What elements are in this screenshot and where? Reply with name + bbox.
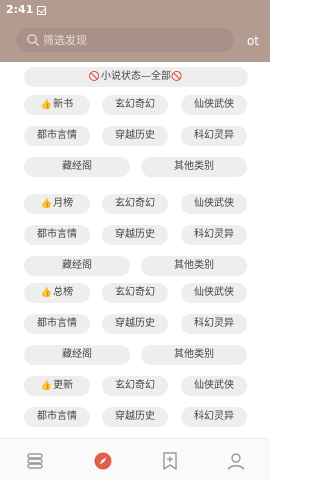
- section-title-label: 更新: [53, 380, 74, 391]
- category-label: 都市言情: [37, 318, 77, 329]
- category-label: 科幻灵异: [194, 229, 234, 240]
- search-placeholder: 筛选发现: [43, 34, 87, 47]
- search-icon: [27, 34, 40, 47]
- category-label: 都市言情: [37, 229, 77, 240]
- section-title-button[interactable]: 👍新书: [24, 95, 90, 115]
- category-button[interactable]: 科幻灵异: [181, 314, 247, 334]
- category-label: 科幻灵异: [194, 411, 234, 422]
- category-label: 其他类别: [174, 349, 214, 360]
- category-button[interactable]: 其他类别: [141, 256, 247, 276]
- category-button[interactable]: 仙侠武侠: [181, 376, 247, 396]
- category-button[interactable]: 其他类别: [141, 345, 247, 365]
- category-label: 穿越历史: [115, 318, 155, 329]
- search-input[interactable]: 筛选发现: [16, 28, 234, 52]
- filter-status-button[interactable]: 🚫小说状态—全部🚫: [24, 67, 248, 87]
- category-label: 都市言情: [37, 130, 77, 141]
- category-button[interactable]: 科幻灵异: [181, 225, 247, 245]
- thumbs-up-icon: 👍: [40, 199, 53, 209]
- category-label: 都市言情: [37, 411, 77, 422]
- category-button[interactable]: 藏经阁: [24, 345, 130, 365]
- bookshelf-icon[interactable]: [25, 451, 45, 471]
- thumbs-up-icon: 👍: [40, 381, 53, 391]
- category-button[interactable]: 科幻灵异: [181, 126, 247, 146]
- category-label: 玄幻奇幻: [115, 287, 155, 298]
- category-button[interactable]: 穿越历史: [102, 314, 168, 334]
- filter-status-label: 小说状态—全部: [101, 71, 171, 82]
- category-button[interactable]: 都市言情: [24, 314, 90, 334]
- category-button[interactable]: 玄幻奇幻: [102, 376, 168, 396]
- category-label: 仙侠武侠: [194, 287, 234, 298]
- section-title-label: 新书: [53, 99, 74, 110]
- bookmark-add-icon[interactable]: [160, 451, 180, 471]
- category-label: 仙侠武侠: [194, 380, 234, 391]
- category-button[interactable]: 穿越历史: [102, 126, 168, 146]
- category-label: 藏经阁: [62, 260, 92, 271]
- prohibited-icon: 🚫: [171, 72, 183, 82]
- category-button[interactable]: 玄幻奇幻: [102, 95, 168, 115]
- category-label: 藏经阁: [62, 161, 92, 172]
- category-label: 玄幻奇幻: [115, 99, 155, 110]
- category-button[interactable]: 仙侠武侠: [181, 194, 247, 214]
- category-button[interactable]: 玄幻奇幻: [102, 194, 168, 214]
- category-label: 仙侠武侠: [194, 99, 234, 110]
- category-label: 穿越历史: [115, 130, 155, 141]
- discover-content: 🚫小说状态—全部🚫 👍新书 玄幻奇幻 仙侠武侠 都市言情 穿越历史 科幻灵异 藏经阁 其他类别…: [0, 62, 270, 438]
- prohibited-icon: 🚫: [88, 72, 100, 82]
- section-title-label: 月榜: [53, 198, 74, 209]
- category-label: 藏经阁: [62, 349, 92, 360]
- category-label: 科幻灵异: [194, 318, 234, 329]
- top-bar: 筛选发现 ot: [0, 20, 270, 62]
- category-label: 玄幻奇幻: [115, 198, 155, 209]
- category-label: 仙侠武侠: [194, 198, 234, 209]
- category-button[interactable]: 科幻灵异: [181, 407, 247, 427]
- category-button[interactable]: 仙侠武侠: [181, 283, 247, 303]
- status-time: 2:41: [6, 3, 34, 16]
- section-title-button[interactable]: 👍月榜: [24, 194, 90, 214]
- category-button[interactable]: 其他类别: [141, 157, 247, 177]
- category-button[interactable]: 都市言情: [24, 407, 90, 427]
- section-title-button[interactable]: 👍更新: [24, 376, 90, 396]
- category-button[interactable]: 仙侠武侠: [181, 95, 247, 115]
- category-button[interactable]: 穿越历史: [102, 407, 168, 427]
- profile-icon[interactable]: [226, 451, 246, 471]
- notification-icon: [37, 5, 47, 15]
- category-label: 穿越历史: [115, 229, 155, 240]
- status-bar: 2:41: [0, 0, 270, 20]
- category-button[interactable]: 都市言情: [24, 126, 90, 146]
- category-button[interactable]: 穿越历史: [102, 225, 168, 245]
- category-button[interactable]: 藏经阁: [24, 157, 130, 177]
- category-button[interactable]: 藏经阁: [24, 256, 130, 276]
- section-title-button[interactable]: 👍总榜: [24, 283, 90, 303]
- thumbs-up-icon: 👍: [40, 100, 53, 110]
- bottom-nav: [0, 438, 270, 480]
- discover-compass-icon[interactable]: [93, 451, 113, 471]
- category-label: 穿越历史: [115, 411, 155, 422]
- category-button[interactable]: 玄幻奇幻: [102, 283, 168, 303]
- category-button[interactable]: 都市言情: [24, 225, 90, 245]
- category-label: 玄幻奇幻: [115, 380, 155, 391]
- category-label: 其他类别: [174, 260, 214, 271]
- section-title-label: 总榜: [53, 287, 74, 298]
- category-label: 科幻灵异: [194, 130, 234, 141]
- thumbs-up-icon: 👍: [40, 288, 53, 298]
- category-label: 其他类别: [174, 161, 214, 172]
- translate-icon[interactable]: ot: [243, 33, 263, 49]
